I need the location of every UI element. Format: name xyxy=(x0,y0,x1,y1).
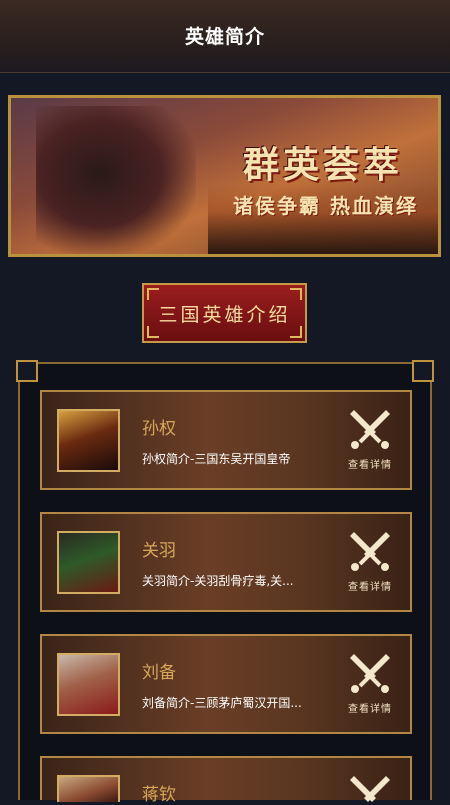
hero-card-sunquan[interactable]: 孙权 孙权简介-三国东吴开国皇帝 查看详情 xyxy=(40,390,412,490)
hero-description: 刘备简介-三顾茅庐蜀汉开国... xyxy=(142,696,302,710)
ornament-corner xyxy=(290,326,302,338)
hero-name: 刘备 xyxy=(142,663,176,683)
crossed-swords-icon xyxy=(350,776,390,802)
page-title: 英雄简介 xyxy=(184,26,265,48)
crossed-swords-icon xyxy=(350,532,390,571)
hero-description: 孙权简介-三国东吴开国皇帝 xyxy=(142,452,291,466)
hero-card-jiangqin[interactable]: 蒋钦 xyxy=(40,756,412,805)
ornament-corner xyxy=(147,288,159,300)
hero-card-liubei[interactable]: 刘备 刘备简介-三顾茅庐蜀汉开国... 查看详情 xyxy=(40,634,412,734)
hero-avatar xyxy=(57,653,120,716)
view-details-label: 查看详情 xyxy=(348,582,392,593)
crossed-swords-icon xyxy=(350,654,390,693)
frame-corner-ornament xyxy=(16,360,38,382)
banner-slogan-main: 群英荟萃 xyxy=(243,144,404,186)
hero-name: 关羽 xyxy=(142,541,176,561)
view-details-button[interactable]: 查看详情 xyxy=(340,524,400,602)
hero-card-guanyu[interactable]: 关羽 关羽简介-关羽刮骨疗毒,关... 查看详情 xyxy=(40,512,412,612)
section-title-badge: 三国英雄介绍 xyxy=(142,283,307,343)
section-title: 三国英雄介绍 xyxy=(158,303,291,326)
view-details-label: 查看详情 xyxy=(348,460,392,471)
hero-banner[interactable]: 群英荟萃 诸侯争霸 热血演绎 xyxy=(8,95,441,257)
view-details-button[interactable]: 查看详情 xyxy=(340,402,400,480)
hero-avatar xyxy=(57,531,120,594)
ornament-corner xyxy=(290,288,302,300)
ornament-corner xyxy=(147,326,159,338)
hero-description: 关羽简介-关羽刮骨疗毒,关... xyxy=(142,574,294,588)
crossed-swords-icon xyxy=(350,410,390,449)
hero-avatar xyxy=(57,775,120,802)
hero-name: 蒋钦 xyxy=(142,785,176,805)
banner-slogan-sub: 诸侯争霸 热血演绎 xyxy=(233,194,418,218)
view-details-button[interactable]: 查看详情 xyxy=(340,646,400,724)
frame-corner-ornament xyxy=(412,360,434,382)
banner-warrior-image xyxy=(36,106,196,254)
hero-name: 孙权 xyxy=(142,419,176,439)
hero-avatar xyxy=(57,409,120,472)
view-details-label: 查看详情 xyxy=(348,704,392,715)
view-details-button[interactable] xyxy=(340,768,400,802)
top-bar: 英雄简介 xyxy=(0,0,450,73)
